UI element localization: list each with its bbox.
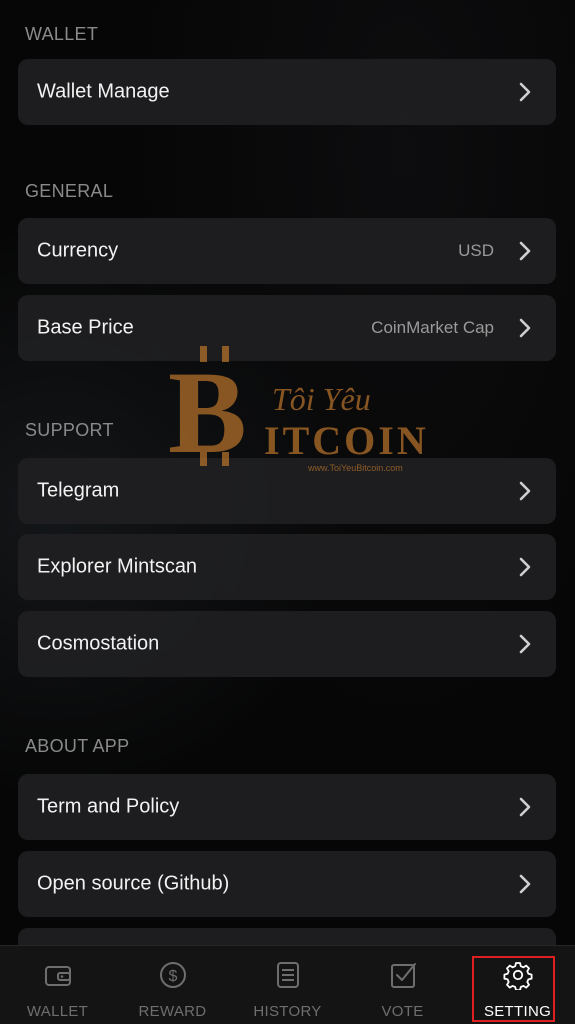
tab-history[interactable]: HISTORY <box>230 946 345 1024</box>
currency-row[interactable]: Currency USD <box>18 218 556 284</box>
wallet-manage-label: Wallet Manage <box>37 80 170 103</box>
open-source-row[interactable]: Open source (Github) <box>18 851 556 917</box>
currency-label: Currency <box>37 239 119 262</box>
gear-icon <box>503 962 532 990</box>
tab-vote-label: VOTE <box>381 1003 424 1020</box>
open-source-label: Open source (Github) <box>37 872 230 895</box>
tab-wallet-label: WALLET <box>26 1003 89 1020</box>
tab-wallet[interactable]: WALLET <box>0 946 115 1024</box>
tab-setting-label: SETTING <box>483 1003 552 1020</box>
chevron-right-icon <box>519 557 531 577</box>
chevron-right-icon <box>519 82 531 102</box>
chevron-right-icon <box>519 318 531 338</box>
chevron-right-icon <box>519 797 531 817</box>
section-header-about-app: ABOUT APP <box>25 736 130 756</box>
chevron-right-icon <box>519 481 531 501</box>
term-and-policy-row[interactable]: Term and Policy <box>18 774 556 840</box>
base-price-value: CoinMarket Cap <box>371 318 494 337</box>
settings-screen: WALLET Wallet Manage GENERAL Currency US… <box>0 0 575 1024</box>
section-header-general: GENERAL <box>25 181 114 201</box>
list-document-icon <box>276 962 299 988</box>
tab-vote[interactable]: VOTE <box>345 946 460 1024</box>
explorer-mintscan-row[interactable]: Explorer Mintscan <box>18 534 556 600</box>
svg-text:ITCOIN: ITCOIN <box>264 418 429 463</box>
dollar-coin-icon: $ <box>159 962 186 988</box>
checkbox-icon <box>390 963 416 988</box>
explorer-mintscan-label: Explorer Mintscan <box>37 555 198 578</box>
tab-reward[interactable]: $ REWARD <box>115 946 230 1024</box>
chevron-right-icon <box>519 874 531 894</box>
section-header-wallet: WALLET <box>25 24 99 44</box>
term-and-policy-label: Term and Policy <box>37 795 180 818</box>
tab-history-label: HISTORY <box>253 1003 322 1020</box>
watermark-tagline: Tôi Yêu <box>272 381 371 417</box>
section-header-support: SUPPORT <box>25 420 114 440</box>
tab-reward-label: REWARD <box>138 1003 207 1020</box>
telegram-row[interactable]: Telegram <box>18 458 556 524</box>
chevron-right-icon <box>519 241 531 261</box>
wallet-manage-row[interactable]: Wallet Manage <box>18 59 556 125</box>
base-price-row[interactable]: Base Price CoinMarket Cap <box>18 295 556 361</box>
currency-value: USD <box>458 241 494 260</box>
svg-text:$: $ <box>168 968 177 985</box>
telegram-label: Telegram <box>37 479 120 502</box>
tab-setting[interactable]: SETTING <box>460 946 575 1024</box>
base-price-label: Base Price <box>37 316 134 339</box>
chevron-right-icon <box>519 634 531 654</box>
cosmostation-label: Cosmostation <box>37 632 160 655</box>
cosmostation-row[interactable]: Cosmostation <box>18 611 556 677</box>
wallet-icon <box>44 966 71 986</box>
bottom-tab-bar: WALLET $ REWARD HISTORY VOTE SETTING <box>0 945 575 1024</box>
